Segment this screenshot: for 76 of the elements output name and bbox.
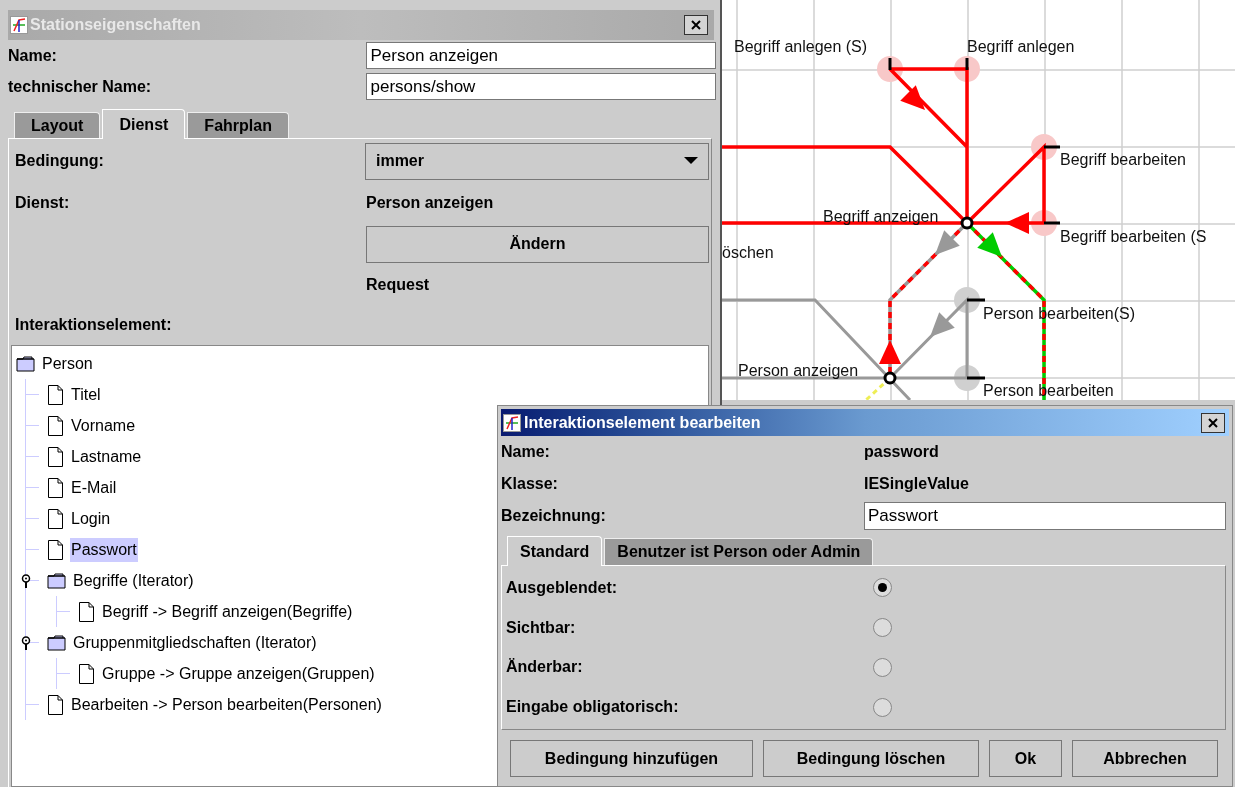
request-type: Request xyxy=(366,275,430,295)
dropdown[interactable]: immer xyxy=(364,142,709,180)
dialog-button[interactable]: Abbrechen xyxy=(1072,740,1218,777)
option-label: Sichtbar: xyxy=(506,617,577,638)
tree-item[interactable]: Begriffe (Iterator) xyxy=(72,568,195,593)
tab[interactable]: Benutzer ist Person oder Admin xyxy=(604,538,874,565)
tree-item[interactable]: Passwort xyxy=(70,537,138,562)
window-title: Interaktionselement bearbeiten xyxy=(524,412,762,433)
service-name: Person anzeigen xyxy=(366,193,494,213)
field-label: Interaktionselement: xyxy=(15,315,172,335)
radio-button[interactable] xyxy=(873,697,892,717)
tab[interactable]: Dienst xyxy=(102,109,186,139)
folder-icon xyxy=(16,355,35,372)
station-label: Begriff anlegen xyxy=(967,38,1075,55)
text-field[interactable]: Person anzeigen xyxy=(366,42,716,69)
file-icon xyxy=(78,662,95,685)
app-icon xyxy=(10,16,28,34)
caret-icon xyxy=(684,157,698,165)
option-label: Ausgeblendet: xyxy=(506,577,619,598)
close-icon xyxy=(690,19,702,31)
station-label: Begriff bearbeiten xyxy=(1060,151,1186,168)
tree-item[interactable]: Titel xyxy=(70,382,102,407)
field-value: password xyxy=(864,442,939,462)
radio-button[interactable] xyxy=(873,657,892,677)
field-label: Klasse: xyxy=(501,474,559,494)
window-title: Stationseigenschaften xyxy=(30,15,202,35)
file-icon xyxy=(47,414,64,437)
file-icon xyxy=(47,383,64,406)
station-label: öschen xyxy=(722,244,774,261)
file-icon xyxy=(78,600,95,623)
expand-handle-icon xyxy=(21,574,31,588)
tree-item[interactable]: Gruppe -> Gruppe anzeigen(Gruppen) xyxy=(101,661,376,686)
tree-item[interactable]: E-Mail xyxy=(70,475,118,500)
file-icon xyxy=(47,538,64,561)
change-button[interactable]: Ändern xyxy=(366,225,709,263)
field-label: Bedingung: xyxy=(15,151,105,171)
file-icon xyxy=(47,445,64,468)
field-label: technischer Name: xyxy=(8,76,153,97)
option-label: Eingabe obligatorisch: xyxy=(506,697,680,718)
station-label: Begriff anzeigen xyxy=(823,208,939,225)
field-label: Name: xyxy=(8,45,58,66)
file-icon xyxy=(47,476,64,499)
close-button[interactable] xyxy=(684,15,708,35)
folder-icon xyxy=(47,634,66,651)
field-value: IESingleValue xyxy=(864,474,969,494)
tree-item[interactable]: Gruppenmitgliedschaften (Iterator) xyxy=(72,630,318,655)
tree-item[interactable]: Bearbeiten -> Person bearbeiten(Personen) xyxy=(70,692,383,717)
station-label: Begriff bearbeiten (S xyxy=(1060,228,1207,245)
file-icon xyxy=(47,507,64,530)
close-button[interactable] xyxy=(1201,412,1225,433)
dialog-button[interactable]: Ok xyxy=(989,740,1062,777)
station-label: Begriff anlegen (S) xyxy=(734,38,868,55)
radio-button[interactable] xyxy=(873,578,892,598)
text-field[interactable]: persons/show xyxy=(366,73,716,100)
folder-icon xyxy=(47,572,66,589)
field-label: Bezeichnung: xyxy=(501,505,607,526)
tree-item[interactable]: Vorname xyxy=(70,413,137,438)
expand-handle-icon xyxy=(21,636,31,650)
tab[interactable]: Fahrplan xyxy=(187,112,289,138)
text-field[interactable]: Passwort xyxy=(864,501,1226,530)
tree-item[interactable]: Begriff -> Begriff anzeigen(Begriffe) xyxy=(101,599,354,624)
tab[interactable]: Layout xyxy=(14,112,101,138)
tree-item[interactable]: Person xyxy=(41,351,94,376)
station-label: Person anzeigen xyxy=(738,362,859,379)
field-label: Dienst: xyxy=(15,193,71,213)
file-icon xyxy=(47,693,64,716)
tree-item[interactable]: Lastname xyxy=(70,444,143,469)
close-icon xyxy=(1207,416,1219,429)
dialog-button[interactable]: Bedingung löschen xyxy=(763,740,979,777)
option-label: Änderbar: xyxy=(506,657,584,678)
tree-item[interactable]: Login xyxy=(70,506,112,531)
field-label: Name: xyxy=(501,442,551,462)
app-icon xyxy=(503,413,521,432)
dialog-button[interactable]: Bedingung hinzufügen xyxy=(510,740,753,777)
tab[interactable]: Standard xyxy=(507,536,603,566)
radio-button[interactable] xyxy=(873,618,892,638)
